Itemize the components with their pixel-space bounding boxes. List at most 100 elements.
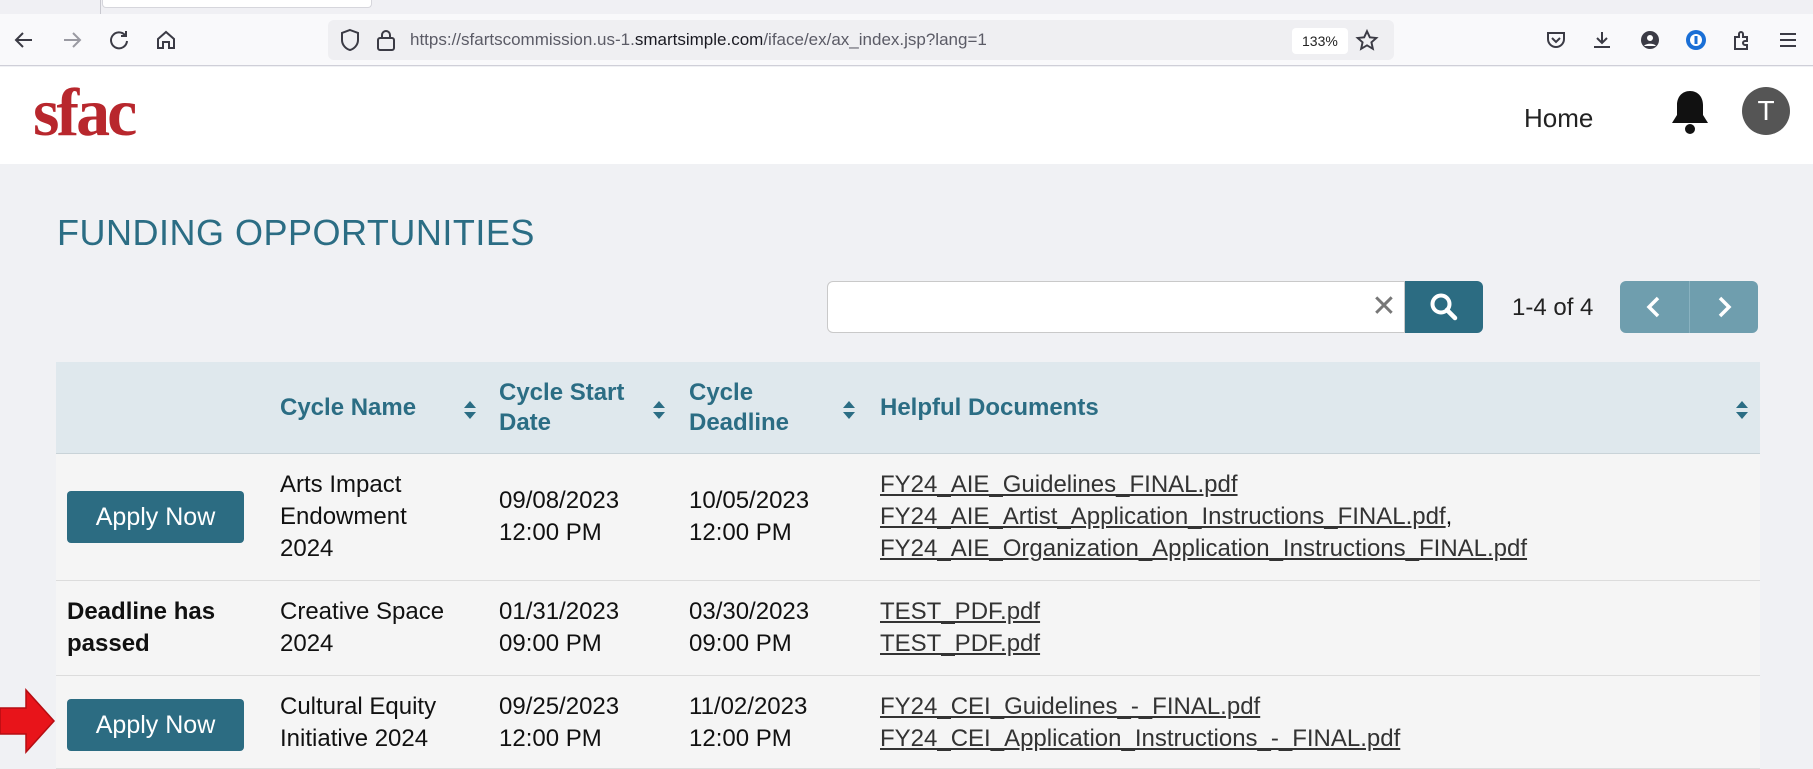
back-icon[interactable] (8, 24, 40, 56)
separator: , (1445, 503, 1453, 530)
clear-search-icon[interactable]: ✕ (1366, 288, 1402, 324)
date-line: 03/30/2023 (689, 598, 810, 625)
table-row: Apply Now Cultural Equity Initiative 202… (56, 676, 1760, 769)
red-arrow-annotation-icon (0, 688, 56, 754)
main-content: FUNDING OPPORTUNITIES ✕ 1-4 of 4 Cycle N… (0, 164, 1813, 769)
url-text: https://sfartscommission.us-1.smartsimpl… (410, 30, 987, 49)
sfac-logo[interactable]: sfac (33, 73, 137, 152)
cycle-name-line: 2024 (280, 535, 334, 562)
cycle-deadline: 03/30/2023 09:00 PM (689, 596, 809, 660)
document-link[interactable]: FY24_AIE_Organization_Application_Instru… (880, 535, 1527, 562)
menu-icon[interactable] (1772, 24, 1804, 56)
cycle-name-line: Endowment (280, 503, 407, 530)
status-line: passed (67, 630, 150, 657)
home-icon[interactable] (150, 24, 182, 56)
document-link[interactable]: TEST_PDF.pdf (880, 598, 1040, 625)
column-header-cycle-start-date[interactable]: Cycle Start Date (499, 362, 624, 454)
reload-icon[interactable] (103, 24, 135, 56)
column-header-cycle-name[interactable]: Cycle Name (280, 362, 416, 454)
zoom-level[interactable]: 133% (1292, 28, 1348, 54)
home-link[interactable]: Home (1524, 103, 1593, 134)
cycle-name-line: 2024 (280, 630, 334, 657)
browser-tab-strip (0, 0, 1813, 14)
cycle-name: Cultural Equity Initiative 2024 (280, 691, 436, 755)
column-header-label: Deadline (689, 409, 790, 436)
cycle-name: Arts Impact Endowment 2024 (280, 469, 407, 565)
time-line: 09:00 PM (689, 630, 792, 657)
time-line: 12:00 PM (499, 519, 602, 546)
chevron-right-icon (1718, 296, 1732, 318)
document-link[interactable]: TEST_PDF.pdf (880, 630, 1040, 657)
cycle-name-line: Cultural Equity (280, 693, 437, 720)
column-header-label: Cycle Start (499, 379, 625, 406)
cycle-name: Creative Space 2024 (280, 596, 444, 660)
date-line: 10/05/2023 (689, 487, 810, 514)
document-link[interactable]: FY24_AIE_Guidelines_FINAL.pdf (880, 471, 1238, 498)
column-header-label: Cycle (689, 379, 754, 406)
column-header-helpful-documents[interactable]: Helpful Documents (880, 362, 1099, 454)
date-line: 11/02/2023 (689, 693, 808, 720)
deadline-passed-label: Deadline has passed (67, 596, 215, 660)
status-line: Deadline has (67, 598, 216, 625)
sort-icon[interactable] (841, 398, 857, 422)
password-manager-icon[interactable] (1680, 24, 1712, 56)
account-icon[interactable] (1634, 24, 1666, 56)
page-title: FUNDING OPPORTUNITIES (57, 212, 535, 253)
notification-bell-icon[interactable] (1668, 87, 1712, 135)
date-line: 09/08/2023 (499, 487, 620, 514)
cycle-deadline: 11/02/2023 12:00 PM (689, 691, 807, 755)
cycle-start-date: 09/25/2023 12:00 PM (499, 691, 619, 755)
apply-now-button[interactable]: Apply Now (67, 699, 244, 751)
address-bar[interactable]: https://sfartscommission.us-1.smartsimpl… (328, 20, 1394, 60)
column-header-label: Date (499, 409, 552, 436)
user-avatar[interactable]: T (1742, 87, 1790, 135)
helpful-documents: TEST_PDF.pdf TEST_PDF.pdf (880, 596, 1040, 660)
search-button[interactable] (1405, 281, 1483, 333)
column-header-label: Helpful Documents (880, 394, 1099, 421)
column-header-label: Cycle Name (280, 394, 417, 421)
app-header: sfac Home T (0, 67, 1813, 164)
pocket-icon[interactable] (1540, 24, 1572, 56)
cycle-start-date: 09/08/2023 12:00 PM (499, 485, 619, 549)
apply-now-button[interactable]: Apply Now (67, 491, 244, 543)
sort-icon[interactable] (651, 398, 667, 422)
table-row: Apply Now Arts Impact Endowment 2024 09/… (56, 454, 1760, 581)
funding-table: Cycle Name Cycle Start Date Cycle Deadline… (56, 362, 1760, 769)
table-row: Deadline has passed Creative Space 2024 … (56, 581, 1760, 676)
helpful-documents: FY24_CEI_Guidelines_-_FINAL.pdf FY24_CEI… (880, 691, 1400, 755)
search-icon (1430, 293, 1458, 321)
chevron-left-icon (1646, 296, 1660, 318)
date-line: 09/25/2023 (499, 693, 620, 720)
sort-icon[interactable] (462, 398, 478, 422)
forward-icon[interactable] (56, 24, 88, 56)
previous-page-button[interactable] (1620, 281, 1690, 333)
document-link[interactable]: FY24_CEI_Application_Instructions_-_FINA… (880, 725, 1400, 752)
document-link[interactable]: FY24_AIE_Artist_Application_Instructions… (880, 503, 1446, 530)
bookmark-star-icon[interactable] (1354, 28, 1380, 54)
time-line: 12:00 PM (689, 519, 792, 546)
tab-separator (100, 0, 101, 14)
document-link[interactable]: FY24_CEI_Guidelines_-_FINAL.pdf (880, 693, 1260, 720)
sort-icon[interactable] (1734, 398, 1750, 422)
column-header-cycle-deadline[interactable]: Cycle Deadline (689, 362, 789, 454)
lock-icon[interactable] (374, 28, 398, 52)
search-input[interactable] (827, 281, 1405, 333)
cycle-start-date: 01/31/2023 09:00 PM (499, 596, 619, 660)
cycle-name-line: Arts Impact (280, 471, 402, 498)
helpful-documents: FY24_AIE_Guidelines_FINAL.pdf FY24_AIE_A… (880, 469, 1527, 565)
date-line: 01/31/2023 (499, 598, 620, 625)
shield-icon[interactable] (338, 28, 362, 52)
pagination-count: 1-4 of 4 (1512, 294, 1594, 321)
time-line: 09:00 PM (499, 630, 602, 657)
table-header: Cycle Name Cycle Start Date Cycle Deadline… (56, 362, 1760, 454)
cycle-name-line: Creative Space (280, 598, 445, 625)
pagination-controls (1620, 281, 1758, 333)
cycle-name-line: Initiative 2024 (280, 725, 429, 752)
extensions-icon[interactable] (1726, 24, 1758, 56)
cycle-deadline: 10/05/2023 12:00 PM (689, 485, 809, 549)
browser-toolbar: https://sfartscommission.us-1.smartsimpl… (0, 14, 1813, 66)
next-page-button[interactable] (1690, 281, 1759, 333)
time-line: 12:00 PM (499, 725, 602, 752)
browser-tab[interactable] (102, 0, 372, 8)
download-icon[interactable] (1586, 24, 1618, 56)
